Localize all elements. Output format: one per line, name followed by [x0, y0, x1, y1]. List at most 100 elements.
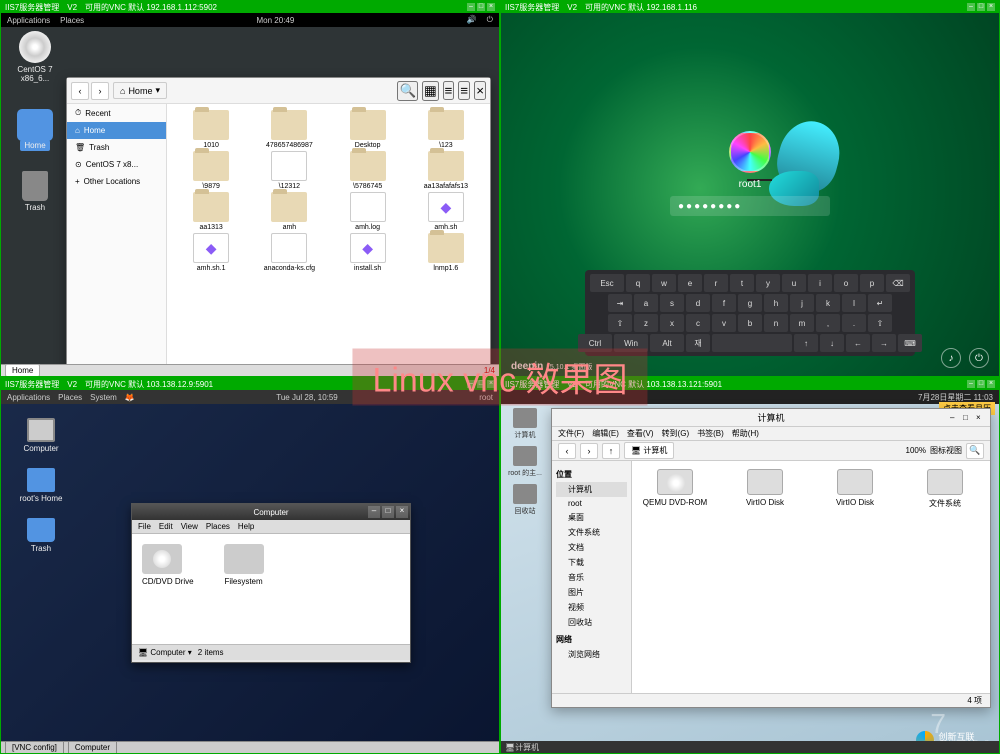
key-⇧[interactable]: ⇧ [868, 314, 892, 332]
drive-item[interactable]: VirtIO Disk [820, 469, 890, 509]
key-u[interactable]: u [782, 274, 806, 292]
breadcrumb[interactable]: ⌂ Home ▾ [113, 82, 167, 99]
drive-item[interactable]: Filesystem [224, 544, 264, 634]
file-item[interactable]: 478657486987 [251, 110, 327, 149]
volume-icon[interactable]: 🔊 [467, 15, 477, 25]
sidebar-item[interactable]: 音乐 [556, 570, 627, 585]
key-h[interactable]: h [764, 294, 788, 312]
desktop-dvd[interactable]: CentOS 7 x86_6... [5, 31, 65, 83]
menu-file[interactable]: File [138, 522, 151, 531]
key-a[interactable]: a [634, 294, 658, 312]
desktop-item[interactable]: root 的主... [505, 446, 545, 478]
search-icon[interactable]: 🔍 [966, 443, 984, 459]
sidebar-item[interactable]: 桌面 [556, 510, 627, 525]
sidebar-computer[interactable]: 计算机 [556, 482, 627, 497]
sidebar-browse-net[interactable]: 浏览网络 [556, 647, 627, 662]
key-⇥[interactable]: ⇥ [608, 294, 632, 312]
back-button[interactable]: ‹ [558, 443, 576, 459]
key-o[interactable]: o [834, 274, 858, 292]
file-item[interactable]: \12312 [251, 151, 327, 190]
file-item[interactable]: Desktop [330, 110, 406, 149]
view-mode[interactable]: 图标视图 [930, 445, 962, 456]
file-item[interactable]: \5786745 [330, 151, 406, 190]
key-d[interactable]: d [686, 294, 710, 312]
zoom-level[interactable]: 100% [906, 446, 926, 455]
menu-item[interactable]: 帮助(H) [732, 428, 759, 439]
key-v[interactable]: v [712, 314, 736, 332]
file-item[interactable]: 1010 [173, 110, 249, 149]
key-↑[interactable]: ↑ [794, 334, 818, 352]
forward-button[interactable]: › [91, 82, 109, 100]
key-Esc[interactable]: Esc [590, 274, 624, 292]
menu-item[interactable]: 书签(B) [697, 428, 724, 439]
drive-item[interactable]: QEMU DVD-ROM [640, 469, 710, 509]
menu-places[interactable]: Places [58, 393, 82, 402]
sidebar-item[interactable]: 文档 [556, 540, 627, 555]
key-j[interactable]: j [790, 294, 814, 312]
file-item[interactable]: lnmp1.6 [408, 233, 484, 272]
key-q[interactable]: q [626, 274, 650, 292]
drive-item[interactable]: CD/DVD Drive [142, 544, 194, 634]
file-item[interactable]: aa1313 [173, 192, 249, 231]
sidebar-item[interactable]: 图片 [556, 585, 627, 600]
key-.[interactable]: . [842, 314, 866, 332]
taskbar-item[interactable]: Home [5, 364, 40, 377]
max-icon[interactable]: □ [382, 506, 394, 518]
menu-item[interactable]: 转到(G) [662, 428, 690, 439]
key-t[interactable]: t [730, 274, 754, 292]
menu-applications[interactable]: Applications [7, 16, 50, 25]
file-item[interactable]: \123 [408, 110, 484, 149]
key-z[interactable]: z [634, 314, 658, 332]
desktop-trash[interactable]: Trash [11, 514, 71, 553]
menu-system[interactable]: System [90, 393, 117, 402]
close-icon[interactable]: × [487, 3, 495, 11]
sidebar-item[interactable]: 视频 [556, 600, 627, 615]
password-input[interactable] [670, 196, 830, 216]
desktop-item[interactable]: 计算机 [505, 408, 545, 440]
desktop-home[interactable]: root's Home [11, 464, 71, 503]
sidebar-item[interactable]: 回收站 [556, 615, 627, 630]
view-grid-icon[interactable]: ▦ [422, 81, 439, 101]
menu-item[interactable]: 文件(F) [558, 428, 584, 439]
user-label[interactable]: root [479, 393, 493, 402]
key-⇧[interactable]: ⇧ [608, 314, 632, 332]
breadcrumb[interactable]: 🖥 计算机 [624, 442, 674, 459]
key-s[interactable]: s [660, 294, 684, 312]
drive-item[interactable]: 文件系统 [910, 469, 980, 509]
menu-edit[interactable]: Edit [159, 522, 173, 531]
sidebar-centos[interactable]: ⊙ CentOS 7 x8... [67, 156, 166, 173]
sidebar-item[interactable]: root [556, 497, 627, 510]
taskbar-vnc[interactable]: [VNC config] [5, 741, 64, 754]
max-icon[interactable]: □ [477, 3, 485, 11]
file-item[interactable]: install.sh [330, 233, 406, 272]
key-c[interactable]: c [686, 314, 710, 332]
min-icon[interactable]: – [467, 3, 475, 11]
desktop-item[interactable]: 回收站 [505, 484, 545, 516]
menu-icon[interactable]: ≡ [458, 81, 470, 100]
key-y[interactable]: y [756, 274, 780, 292]
menu-places[interactable]: Places [206, 522, 230, 531]
key-↓[interactable]: ↓ [820, 334, 844, 352]
power-icon[interactable]: ⏻ [487, 15, 493, 25]
key-Alt[interactable]: Alt [650, 334, 684, 352]
drive-item[interactable]: VirtIO Disk [730, 469, 800, 509]
clock[interactable]: Mon 20:49 [257, 16, 295, 25]
key-←[interactable]: ← [846, 334, 870, 352]
desktop-trash[interactable]: Trash [5, 167, 65, 212]
key-p[interactable]: p [860, 274, 884, 292]
menu-applications[interactable]: Applications [7, 393, 50, 402]
menu-item[interactable]: 编辑(E) [592, 428, 619, 439]
file-item[interactable]: \9879 [173, 151, 249, 190]
key-n[interactable]: n [764, 314, 788, 332]
key-Win[interactable]: Win [614, 334, 648, 352]
file-item[interactable]: amh.sh [408, 192, 484, 231]
menu-help[interactable]: Help [238, 522, 254, 531]
key-Ctrl[interactable]: Ctrl [578, 334, 612, 352]
taskbar-computer[interactable]: Computer [68, 741, 117, 754]
key-r[interactable]: r [704, 274, 728, 292]
clock[interactable]: 7月28日星期二 11:03 [918, 392, 993, 403]
back-button[interactable]: ‹ [71, 82, 89, 100]
file-item[interactable]: amh [251, 192, 327, 231]
file-item[interactable]: aa13afafafs13 [408, 151, 484, 190]
key-space[interactable] [712, 334, 792, 352]
